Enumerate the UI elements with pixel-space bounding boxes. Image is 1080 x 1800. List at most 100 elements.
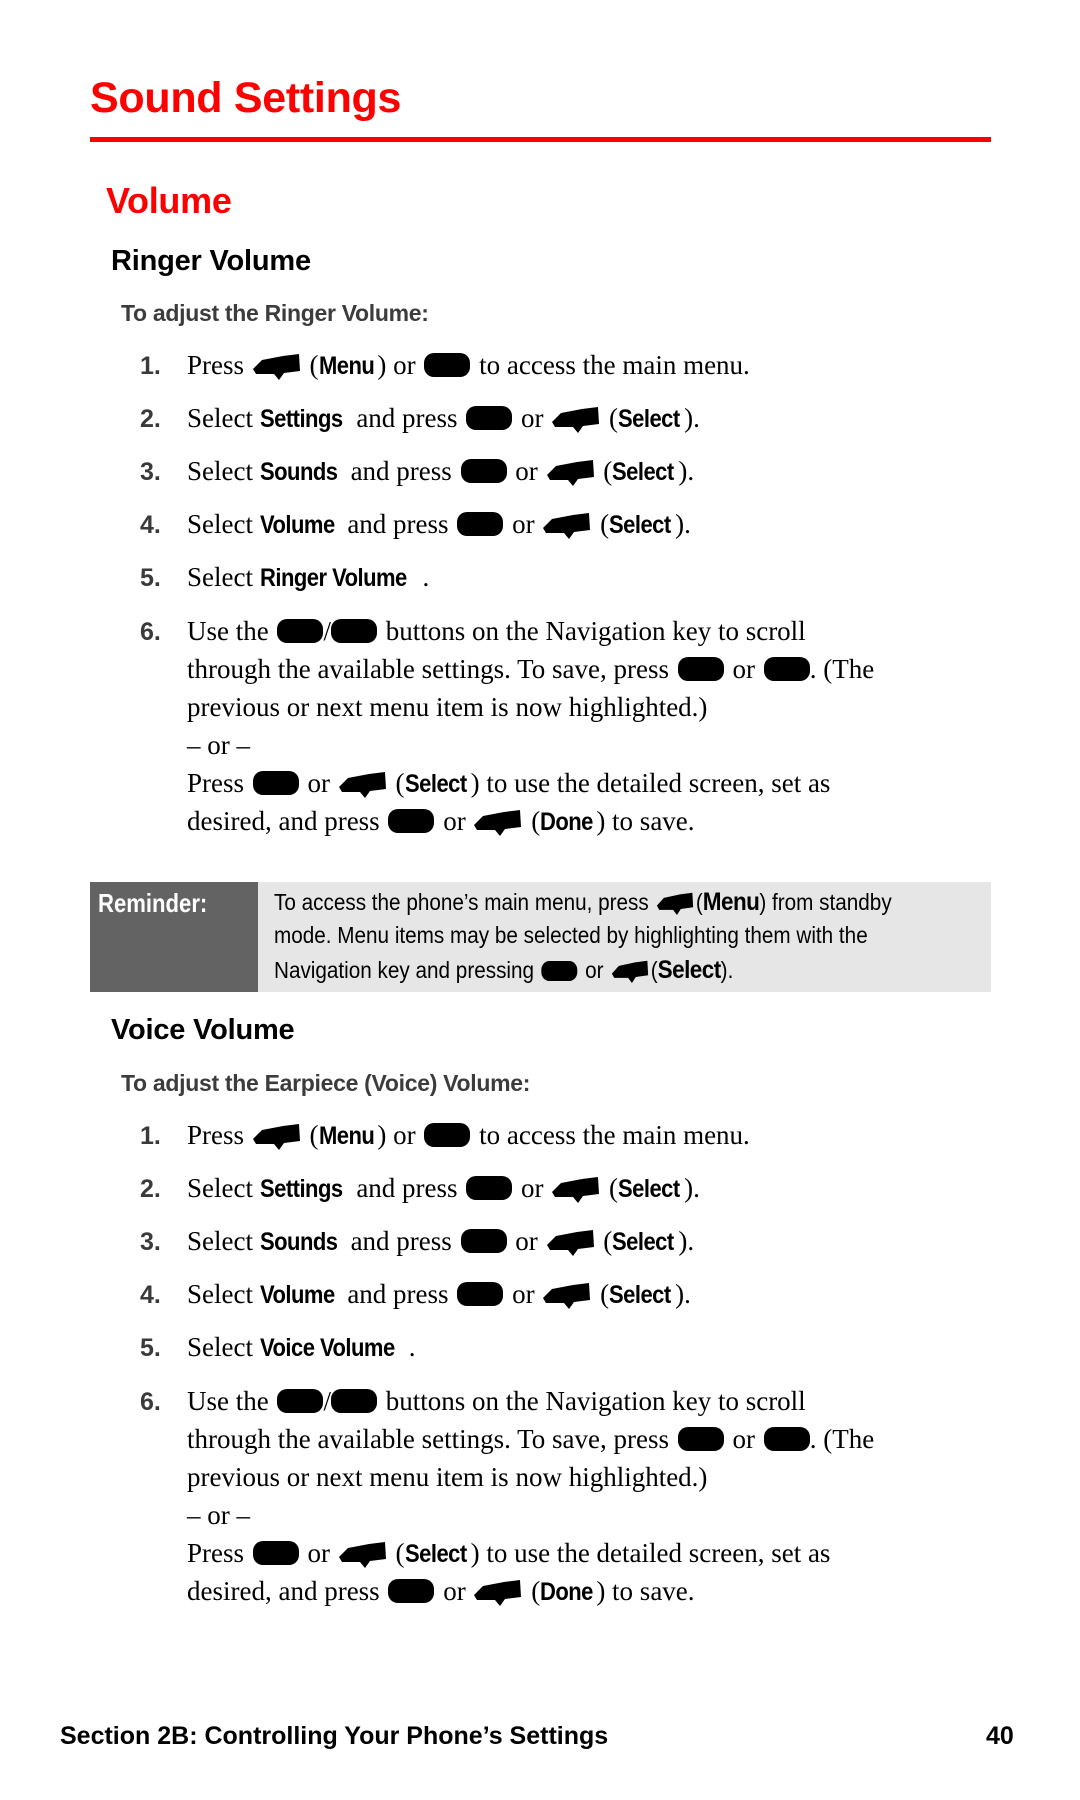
left-softkey-icon	[543, 1281, 591, 1309]
left-softkey-icon	[253, 1122, 301, 1150]
back-key-icon	[763, 657, 810, 681]
step-text: and press	[350, 1226, 452, 1256]
left-softkey-icon	[552, 1175, 600, 1203]
menu-item-name: Sounds	[259, 1228, 338, 1256]
or-separator: – or –	[187, 730, 250, 760]
step-text: or	[732, 654, 756, 684]
step-text: or	[393, 350, 416, 380]
select-label: Select	[657, 956, 722, 984]
step-text: or	[512, 509, 535, 539]
step-number: 4.	[140, 1281, 161, 1309]
menu-ok-key-icon	[677, 657, 724, 681]
left-softkey-icon	[547, 1228, 595, 1256]
step-text: or	[307, 1538, 331, 1568]
step-text: or	[443, 806, 466, 836]
step-text: or	[521, 1173, 544, 1203]
menu-label: Menu	[318, 1122, 375, 1150]
reminder-text: ).	[720, 957, 734, 983]
step-text: previous or next menu item is now highli…	[187, 1462, 708, 1492]
step-text: and press	[356, 1173, 458, 1203]
left-softkey-icon	[611, 959, 649, 983]
menu-item-name: Settings	[259, 1175, 343, 1203]
or-separator: – or –	[187, 1500, 250, 1530]
menu-item-name: Settings	[259, 405, 343, 433]
step-number: 2.	[140, 405, 161, 433]
step-number: 1.	[140, 1122, 161, 1150]
left-softkey-icon	[543, 511, 591, 539]
step-text: ) to use the detailed screen, set as	[470, 1538, 831, 1568]
step-number: 2.	[140, 1175, 161, 1203]
menu-ok-key-icon	[424, 353, 471, 377]
step-text: or	[515, 456, 538, 486]
step-text: or	[512, 1279, 535, 1309]
menu-ok-key-icon	[252, 1541, 299, 1565]
page-number: 40	[986, 1722, 1014, 1750]
navigation-down-key-icon	[331, 1389, 377, 1413]
menu-ok-key-icon	[466, 406, 513, 430]
step-text: Select	[187, 1332, 253, 1362]
menu-item-name: Volume	[259, 511, 335, 539]
reminder-text: ) from standby	[759, 889, 892, 915]
section-heading-volume: Volume	[106, 180, 232, 221]
step-text: or	[443, 1576, 466, 1606]
step-text: or	[307, 768, 331, 798]
left-softkey-icon	[547, 458, 595, 486]
menu-ok-key-icon	[541, 961, 578, 981]
step-text: ) to save.	[596, 806, 695, 836]
step-text: or	[521, 403, 544, 433]
select-label: Select	[404, 770, 467, 798]
step-text: through the available settings. To save,…	[187, 1424, 670, 1454]
footer-section-title: Section 2B: Controlling Your Phone’s Set…	[60, 1722, 609, 1750]
menu-ok-key-icon	[388, 809, 435, 833]
left-softkey-icon	[656, 891, 694, 915]
step-number: 5.	[140, 1334, 161, 1362]
step-text: through the available settings. To save,…	[187, 654, 670, 684]
select-label: Select	[609, 1281, 671, 1309]
step-text: Use the	[187, 1386, 269, 1416]
step-text: . (The	[809, 1424, 875, 1454]
menu-ok-key-icon	[677, 1427, 724, 1451]
step-text: or	[515, 1226, 538, 1256]
step-text: Select	[187, 403, 253, 433]
menu-label: Menu	[318, 352, 375, 380]
title-divider	[90, 137, 991, 142]
menu-item-name: Voice Volume	[259, 1334, 395, 1362]
step-number: 6.	[140, 618, 161, 646]
voice-volume-subheading: To adjust the Earpiece (Voice) Volume:	[121, 1070, 531, 1096]
menu-ok-key-icon	[424, 1123, 471, 1147]
select-label: Select	[612, 1228, 674, 1256]
step-text: buttons on the Navigation key to scroll	[385, 1386, 806, 1416]
left-softkey-icon	[474, 808, 522, 836]
menu-ok-key-icon	[457, 1282, 504, 1306]
step-text: Select	[187, 456, 253, 486]
left-softkey-icon	[339, 770, 387, 798]
back-key-icon	[763, 1427, 810, 1451]
step-text: Press	[187, 350, 245, 380]
step-text: and press	[347, 1279, 449, 1309]
step-text: and press	[350, 456, 452, 486]
reminder-label: Reminder:	[98, 888, 208, 918]
step-text: buttons on the Navigation key to scroll	[385, 616, 806, 646]
step-text: Select	[187, 562, 253, 592]
page-title: Sound Settings	[90, 74, 402, 122]
done-label: Done	[540, 808, 594, 836]
navigation-up-key-icon	[277, 1389, 324, 1413]
menu-item-name: Volume	[259, 1281, 335, 1309]
menu-ok-key-icon	[457, 512, 504, 536]
done-label: Done	[540, 1578, 594, 1606]
select-label: Select	[612, 458, 674, 486]
left-softkey-icon	[474, 1578, 522, 1606]
left-softkey-icon	[339, 1540, 387, 1568]
step-number: 5.	[140, 564, 161, 592]
reminder-text: or	[585, 957, 604, 983]
step-text: Select	[187, 1226, 253, 1256]
step-text: desired, and press	[187, 806, 380, 836]
voice-volume-heading: Voice Volume	[111, 1014, 295, 1046]
navigation-up-key-icon	[277, 619, 324, 643]
step-number: 3.	[140, 458, 161, 486]
step-text: previous or next menu item is now highli…	[187, 692, 708, 722]
step-text: ) to save.	[596, 1576, 695, 1606]
reminder-text: To access the phone’s main menu, press	[274, 889, 649, 915]
step-text: to access the main menu.	[479, 1120, 750, 1150]
step-text: desired, and press	[187, 1576, 380, 1606]
